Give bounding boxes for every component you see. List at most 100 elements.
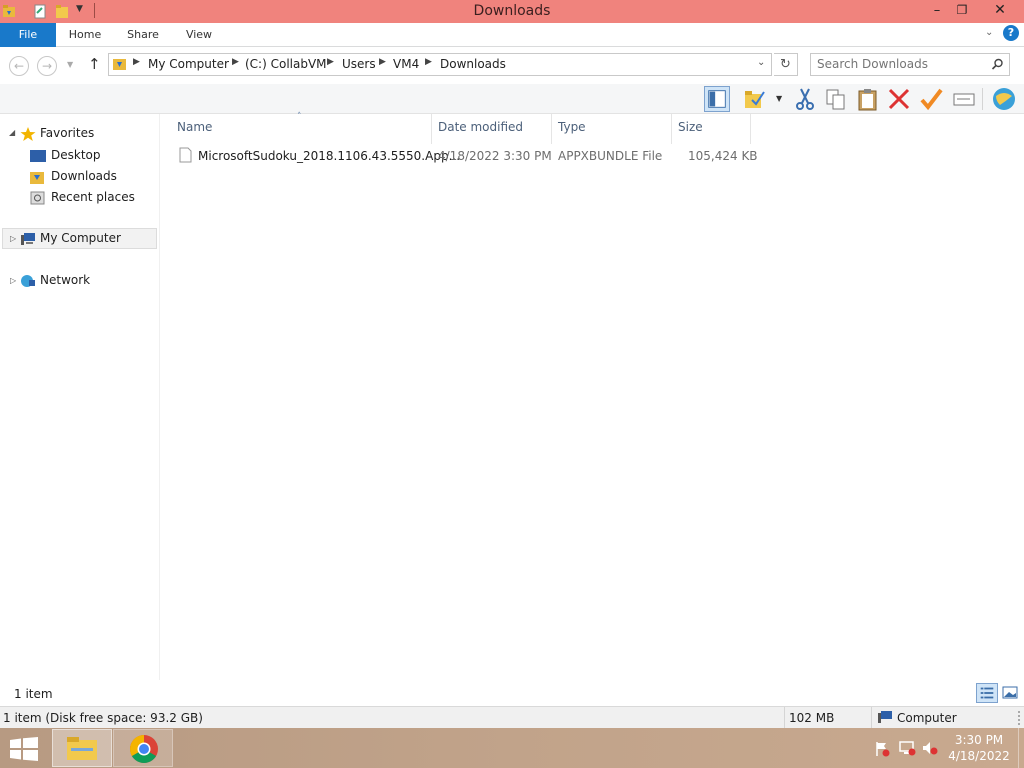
file-icon	[179, 147, 192, 163]
sort-indicator-icon: ˄	[297, 112, 302, 122]
nav-favorites[interactable]: Favorites	[20, 126, 150, 142]
clock[interactable]: 3:30 PM 4/18/2022	[944, 732, 1014, 766]
address-dropdown-icon[interactable]: ⌄	[757, 57, 765, 68]
breadcrumb-separator[interactable]: ▶	[379, 57, 386, 67]
status-bar-details: 1 item (Disk free space: 93.2 GB) 102 MB…	[0, 706, 1024, 729]
desktop-icon	[30, 150, 46, 162]
forward-button[interactable]: →	[37, 56, 57, 76]
resize-grip[interactable]	[1014, 711, 1020, 725]
chrome-icon	[130, 735, 158, 763]
nav-my-computer-label: My Computer	[40, 231, 121, 245]
column-header-size[interactable]: Size	[678, 120, 703, 134]
tab-view[interactable]: View	[176, 23, 222, 47]
column-divider[interactable]	[671, 114, 672, 144]
address-bar[interactable]: ▶ My Computer ▶ (C:) CollabVM ▶ Users ▶ …	[108, 53, 772, 76]
breadcrumb-separator[interactable]: ▶	[232, 57, 239, 67]
nav-downloads-label: Downloads	[51, 169, 117, 183]
status-bar: 1 item	[0, 680, 1024, 706]
minimize-button[interactable]: –	[926, 0, 948, 21]
clock-time: 3:30 PM	[954, 733, 1004, 747]
copy-icon[interactable]	[823, 86, 849, 112]
title-bar: ▼ Downloads – ❐ ✕	[0, 0, 1024, 23]
windows-start-icon[interactable]	[10, 737, 38, 761]
tab-home[interactable]: Home	[62, 23, 108, 47]
up-button[interactable]: ↑	[88, 55, 101, 73]
nav-network[interactable]: Network	[20, 273, 150, 289]
nav-favorites-label: Favorites	[40, 126, 95, 140]
tab-share[interactable]: Share	[120, 23, 166, 47]
location-label: Computer	[897, 711, 957, 725]
column-divider[interactable]	[551, 114, 552, 144]
address-row: ← → ▼ ↑ ▶ My Computer ▶ (C:) CollabVM ▶ …	[0, 47, 1024, 84]
selection-size: 102 MB	[789, 711, 835, 725]
taskbar-chrome-button[interactable]	[113, 729, 173, 767]
show-desktop-button[interactable]	[1018, 728, 1024, 768]
globe-icon[interactable]	[991, 86, 1017, 112]
back-button[interactable]: ←	[9, 56, 29, 76]
computer-icon	[21, 233, 35, 245]
expand-my-computer-icon[interactable]: ▷	[10, 234, 16, 243]
window-title: Downloads	[473, 3, 551, 19]
nav-recent-places-label: Recent places	[51, 190, 135, 204]
expand-network-icon[interactable]: ▷	[10, 276, 16, 285]
rename-icon[interactable]	[951, 86, 977, 112]
downloads-icon	[30, 172, 44, 184]
collapse-favorites-icon[interactable]: ◢	[9, 128, 15, 137]
status-divider	[871, 707, 872, 729]
close-button[interactable]: ✕	[978, 0, 1022, 21]
file-explorer-icon	[67, 737, 97, 760]
downloads-folder-icon	[113, 59, 126, 70]
nav-desktop[interactable]: Desktop	[30, 148, 150, 164]
file-date-modified: 4/18/2022 3:30 PM	[438, 149, 552, 163]
search-box[interactable]	[810, 53, 1010, 76]
breadcrumb-users[interactable]: Users	[342, 57, 376, 71]
status-divider	[784, 707, 785, 729]
file-type: APPXBUNDLE File	[558, 149, 663, 163]
search-icon[interactable]	[991, 58, 1004, 71]
taskbar-explorer-button[interactable]	[52, 729, 112, 767]
details-view-icon[interactable]	[976, 683, 998, 703]
file-name[interactable]: MicrosoftSudoku_2018.1106.43.5550.App...	[198, 149, 460, 163]
recent-locations-icon[interactable]: ▼	[67, 60, 73, 69]
checkmark-icon[interactable]	[918, 86, 944, 112]
breadcrumb-separator[interactable]: ▶	[425, 57, 432, 67]
breadcrumb-downloads[interactable]: Downloads	[440, 57, 506, 71]
recent-places-icon	[30, 191, 45, 205]
search-input[interactable]	[817, 57, 987, 71]
breadcrumb-separator[interactable]: ▶	[327, 57, 334, 67]
breadcrumb-drive[interactable]: (C:) CollabVM	[245, 57, 327, 71]
nav-my-computer[interactable]: My Computer	[20, 231, 150, 247]
action-center-flag-icon[interactable]	[874, 741, 890, 757]
organize-dropdown-icon[interactable]: ▼	[776, 94, 782, 103]
refresh-button[interactable]: ↻	[774, 53, 798, 76]
tab-file[interactable]: File	[0, 23, 56, 47]
large-icons-view-icon[interactable]	[1001, 684, 1019, 702]
item-count: 1 item	[14, 687, 53, 701]
paste-icon[interactable]	[855, 86, 881, 112]
volume-muted-icon[interactable]	[921, 740, 939, 756]
column-divider[interactable]	[431, 114, 432, 144]
help-icon[interactable]: ?	[1003, 25, 1019, 41]
network-icon	[21, 275, 35, 287]
network-status-icon[interactable]	[898, 740, 916, 756]
restore-button[interactable]: ❐	[951, 0, 973, 21]
expand-ribbon-icon[interactable]: ⌄	[985, 27, 993, 38]
delete-icon[interactable]	[886, 86, 912, 112]
breadcrumb-separator[interactable]: ▶	[133, 57, 140, 67]
command-toolbar: ▼	[0, 84, 1024, 114]
toolbar-separator	[982, 88, 983, 110]
breadcrumb-vm4[interactable]: VM4	[393, 57, 419, 71]
file-size: 105,424 KB	[688, 149, 758, 163]
preview-pane-icon[interactable]	[704, 86, 730, 112]
breadcrumb-my-computer[interactable]: My Computer	[148, 57, 229, 71]
column-divider[interactable]	[750, 114, 751, 144]
column-header-name[interactable]: Name	[177, 120, 212, 134]
taskbar: 3:30 PM 4/18/2022	[0, 728, 1024, 768]
cut-icon[interactable]	[792, 86, 818, 112]
column-header-type[interactable]: Type	[558, 120, 586, 134]
nav-network-label: Network	[40, 273, 91, 287]
nav-recent-places[interactable]: Recent places	[30, 190, 150, 206]
nav-downloads[interactable]: Downloads	[30, 169, 150, 185]
column-header-date-modified[interactable]: Date modified	[438, 120, 523, 134]
move-to-folder-icon[interactable]	[742, 86, 768, 112]
